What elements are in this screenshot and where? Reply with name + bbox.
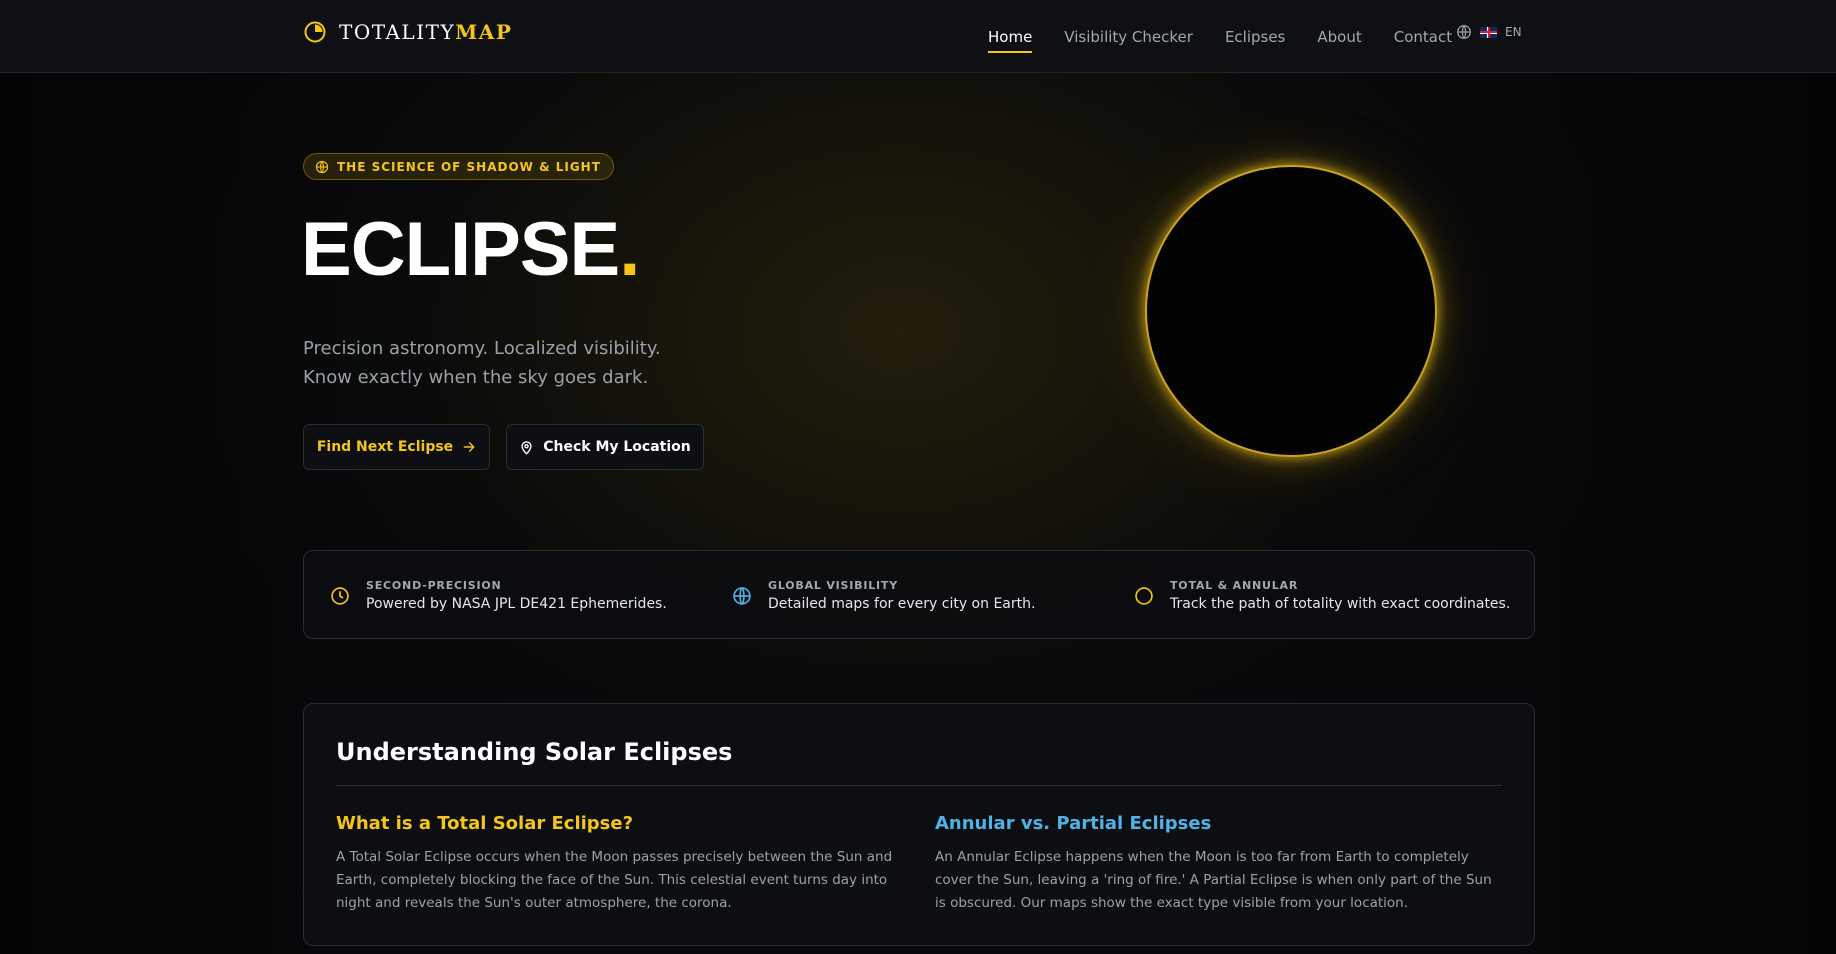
circle-icon [1135, 586, 1153, 605]
check-my-location-button[interactable]: Check My Location [506, 424, 704, 470]
feature-label: TOTAL & ANNULAR [1170, 579, 1299, 592]
clock-icon [331, 586, 349, 605]
nav-item-about[interactable]: About [1317, 0, 1361, 73]
brand-logo[interactable]: TOTALITYMAP [303, 20, 512, 44]
section-title: Understanding Solar Eclipses [336, 738, 733, 766]
nav-item-home[interactable]: Home [988, 0, 1033, 73]
feature-second-precision: SECOND-PRECISION Powered by NASA JPL DE4… [330, 551, 667, 640]
hero-subtitle-line-1: Precision astronomy. Localized visibilit… [303, 338, 661, 359]
nav-item-visibility-checker[interactable]: Visibility Checker [1064, 0, 1193, 73]
eclipse-illustration [1145, 165, 1437, 457]
hero-title: ECLIPSE. [301, 207, 640, 292]
map-pin-icon [521, 440, 532, 454]
check-my-location-label: Check My Location [543, 439, 691, 455]
feature-text: Powered by NASA JPL DE421 Ephemerides. [366, 596, 667, 612]
uk-flag-icon [1480, 26, 1497, 38]
features-strip: SECOND-PRECISION Powered by NASA JPL DE4… [303, 550, 1535, 639]
top-navbar: TOTALITYMAP Home Visibility Checker Ecli… [0, 0, 1836, 73]
main-navigation: Home Visibility Checker Eclipses About C… [988, 0, 1452, 73]
feature-global-visibility: GLOBAL VISIBILITY Detailed maps for ever… [732, 551, 1035, 640]
language-code: EN [1505, 25, 1522, 39]
feature-total-annular: TOTAL & ANNULAR Track the path of totali… [1134, 551, 1510, 640]
total-eclipse-body: A Total Solar Eclipse occurs when the Mo… [336, 849, 893, 911]
feature-label: SECOND-PRECISION [366, 579, 502, 592]
feature-text: Detailed maps for every city on Earth. [768, 596, 1036, 612]
language-selector[interactable]: EN [1456, 24, 1522, 40]
hero-subtitle: Precision astronomy. Localized visibilit… [303, 334, 661, 392]
brand-name: TOTALITYMAP [339, 20, 513, 44]
annular-partial-column: Annular vs. Partial Eclipses An Annular … [935, 813, 1495, 915]
hero-subtitle-line-2: Know exactly when the sky goes dark. [303, 367, 649, 388]
understanding-solar-eclipses-card: Understanding Solar Eclipses What is a T… [303, 703, 1535, 946]
nav-item-eclipses[interactable]: Eclipses [1225, 0, 1285, 73]
arrow-right-icon [463, 442, 475, 452]
globe-icon [1457, 25, 1471, 39]
total-eclipse-heading: What is a Total Solar Eclipse? [336, 813, 634, 834]
divider [336, 785, 1502, 786]
feature-label: GLOBAL VISIBILITY [768, 579, 899, 592]
find-next-eclipse-button[interactable]: Find Next Eclipse [303, 424, 490, 470]
hero-badge-text: THE SCIENCE OF SHADOW & LIGHT [337, 159, 601, 174]
total-eclipse-column: What is a Total Solar Eclipse? A Total S… [336, 813, 896, 915]
globe-icon [315, 160, 329, 173]
find-next-eclipse-label: Find Next Eclipse [316, 439, 454, 455]
hero-badge: THE SCIENCE OF SHADOW & LIGHT [303, 153, 614, 180]
eclipse-logo-icon [304, 21, 326, 43]
feature-text: Track the path of totality with exact co… [1170, 596, 1511, 612]
annular-partial-body: An Annular Eclipse happens when the Moon… [935, 849, 1492, 911]
annular-partial-heading: Annular vs. Partial Eclipses [935, 813, 1212, 834]
nav-item-contact[interactable]: Contact [1394, 0, 1452, 73]
globe-icon [733, 586, 751, 605]
